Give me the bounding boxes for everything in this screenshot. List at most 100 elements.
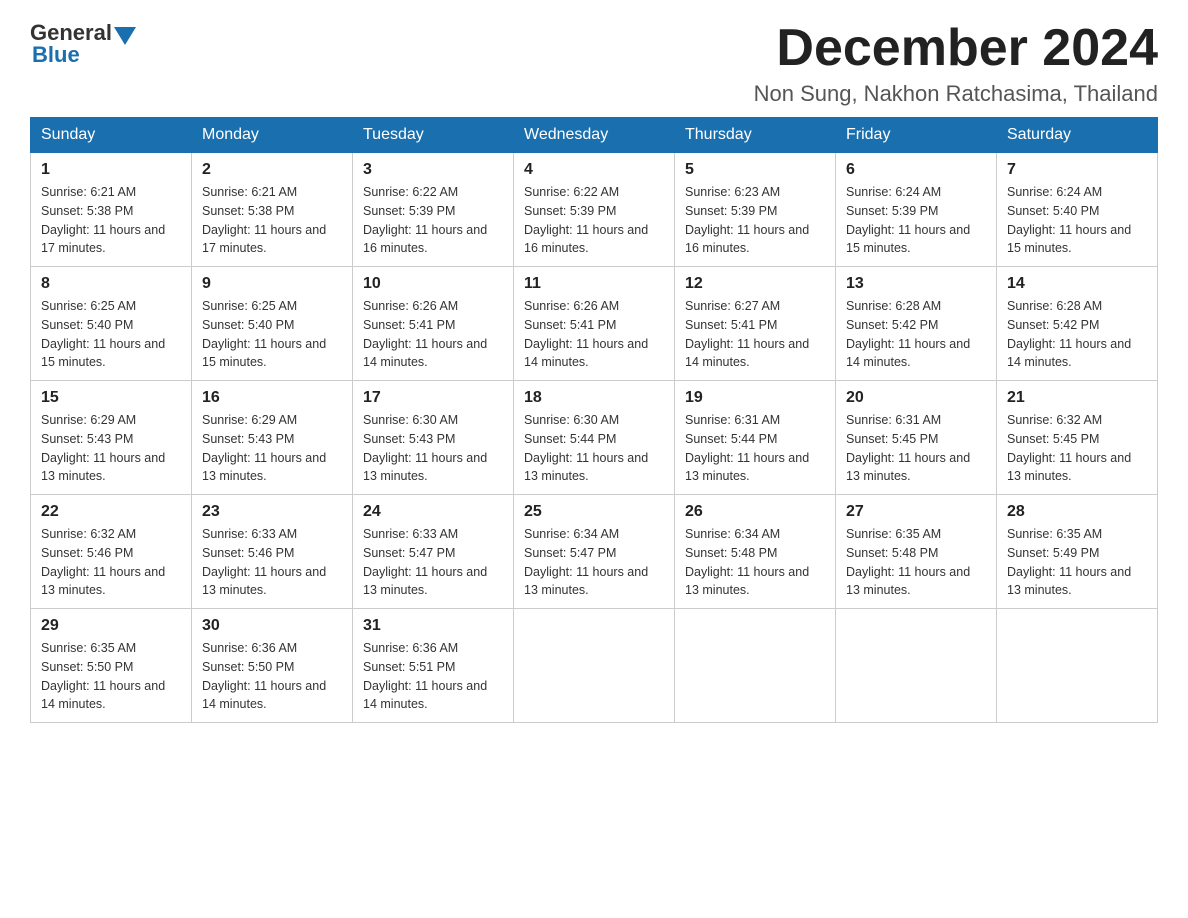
day-info: Sunrise: 6:24 AM Sunset: 5:40 PM Dayligh… xyxy=(1007,183,1147,258)
day-info: Sunrise: 6:28 AM Sunset: 5:42 PM Dayligh… xyxy=(1007,297,1147,372)
table-row: 5 Sunrise: 6:23 AM Sunset: 5:39 PM Dayli… xyxy=(675,153,836,267)
table-row: 11 Sunrise: 6:26 AM Sunset: 5:41 PM Dayl… xyxy=(514,267,675,381)
day-number: 25 xyxy=(524,503,664,521)
header-wednesday: Wednesday xyxy=(514,118,675,153)
table-row: 21 Sunrise: 6:32 AM Sunset: 5:45 PM Dayl… xyxy=(997,381,1158,495)
day-info: Sunrise: 6:30 AM Sunset: 5:44 PM Dayligh… xyxy=(524,411,664,486)
table-row: 3 Sunrise: 6:22 AM Sunset: 5:39 PM Dayli… xyxy=(353,153,514,267)
location-title: Non Sung, Nakhon Ratchasima, Thailand xyxy=(754,81,1158,107)
day-number: 31 xyxy=(363,617,503,635)
day-info: Sunrise: 6:24 AM Sunset: 5:39 PM Dayligh… xyxy=(846,183,986,258)
table-row xyxy=(514,609,675,723)
day-number: 22 xyxy=(41,503,181,521)
day-info: Sunrise: 6:25 AM Sunset: 5:40 PM Dayligh… xyxy=(202,297,342,372)
page-header: General Blue December 2024 Non Sung, Nak… xyxy=(30,20,1158,107)
day-number: 30 xyxy=(202,617,342,635)
day-number: 23 xyxy=(202,503,342,521)
table-row: 24 Sunrise: 6:33 AM Sunset: 5:47 PM Dayl… xyxy=(353,495,514,609)
table-row: 2 Sunrise: 6:21 AM Sunset: 5:38 PM Dayli… xyxy=(192,153,353,267)
day-info: Sunrise: 6:23 AM Sunset: 5:39 PM Dayligh… xyxy=(685,183,825,258)
day-number: 18 xyxy=(524,389,664,407)
table-row: 6 Sunrise: 6:24 AM Sunset: 5:39 PM Dayli… xyxy=(836,153,997,267)
table-row: 25 Sunrise: 6:34 AM Sunset: 5:47 PM Dayl… xyxy=(514,495,675,609)
table-row xyxy=(836,609,997,723)
table-row: 7 Sunrise: 6:24 AM Sunset: 5:40 PM Dayli… xyxy=(997,153,1158,267)
header-saturday: Saturday xyxy=(997,118,1158,153)
day-info: Sunrise: 6:36 AM Sunset: 5:51 PM Dayligh… xyxy=(363,639,503,714)
calendar-week-row: 29 Sunrise: 6:35 AM Sunset: 5:50 PM Dayl… xyxy=(31,609,1158,723)
day-info: Sunrise: 6:28 AM Sunset: 5:42 PM Dayligh… xyxy=(846,297,986,372)
calendar-week-row: 22 Sunrise: 6:32 AM Sunset: 5:46 PM Dayl… xyxy=(31,495,1158,609)
day-number: 16 xyxy=(202,389,342,407)
table-row: 8 Sunrise: 6:25 AM Sunset: 5:40 PM Dayli… xyxy=(31,267,192,381)
day-number: 24 xyxy=(363,503,503,521)
day-number: 15 xyxy=(41,389,181,407)
title-section: December 2024 Non Sung, Nakhon Ratchasim… xyxy=(754,20,1158,107)
logo-text-blue: Blue xyxy=(32,42,80,68)
month-title: December 2024 xyxy=(754,20,1158,77)
table-row: 12 Sunrise: 6:27 AM Sunset: 5:41 PM Dayl… xyxy=(675,267,836,381)
day-number: 17 xyxy=(363,389,503,407)
header-sunday: Sunday xyxy=(31,118,192,153)
day-info: Sunrise: 6:22 AM Sunset: 5:39 PM Dayligh… xyxy=(363,183,503,258)
day-number: 26 xyxy=(685,503,825,521)
header-friday: Friday xyxy=(836,118,997,153)
day-info: Sunrise: 6:35 AM Sunset: 5:50 PM Dayligh… xyxy=(41,639,181,714)
day-info: Sunrise: 6:35 AM Sunset: 5:49 PM Dayligh… xyxy=(1007,525,1147,600)
day-info: Sunrise: 6:21 AM Sunset: 5:38 PM Dayligh… xyxy=(41,183,181,258)
calendar-week-row: 15 Sunrise: 6:29 AM Sunset: 5:43 PM Dayl… xyxy=(31,381,1158,495)
header-tuesday: Tuesday xyxy=(353,118,514,153)
day-info: Sunrise: 6:32 AM Sunset: 5:46 PM Dayligh… xyxy=(41,525,181,600)
table-row: 20 Sunrise: 6:31 AM Sunset: 5:45 PM Dayl… xyxy=(836,381,997,495)
day-info: Sunrise: 6:25 AM Sunset: 5:40 PM Dayligh… xyxy=(41,297,181,372)
table-row: 29 Sunrise: 6:35 AM Sunset: 5:50 PM Dayl… xyxy=(31,609,192,723)
table-row: 14 Sunrise: 6:28 AM Sunset: 5:42 PM Dayl… xyxy=(997,267,1158,381)
day-number: 1 xyxy=(41,161,181,179)
day-number: 10 xyxy=(363,275,503,293)
day-number: 9 xyxy=(202,275,342,293)
table-row: 28 Sunrise: 6:35 AM Sunset: 5:49 PM Dayl… xyxy=(997,495,1158,609)
header-row: Sunday Monday Tuesday Wednesday Thursday… xyxy=(31,118,1158,153)
table-row: 1 Sunrise: 6:21 AM Sunset: 5:38 PM Dayli… xyxy=(31,153,192,267)
day-info: Sunrise: 6:34 AM Sunset: 5:47 PM Dayligh… xyxy=(524,525,664,600)
day-number: 28 xyxy=(1007,503,1147,521)
table-row: 10 Sunrise: 6:26 AM Sunset: 5:41 PM Dayl… xyxy=(353,267,514,381)
day-info: Sunrise: 6:31 AM Sunset: 5:45 PM Dayligh… xyxy=(846,411,986,486)
table-row: 31 Sunrise: 6:36 AM Sunset: 5:51 PM Dayl… xyxy=(353,609,514,723)
logo-triangle-icon xyxy=(114,23,136,45)
day-info: Sunrise: 6:26 AM Sunset: 5:41 PM Dayligh… xyxy=(524,297,664,372)
day-number: 27 xyxy=(846,503,986,521)
day-number: 2 xyxy=(202,161,342,179)
day-number: 29 xyxy=(41,617,181,635)
day-info: Sunrise: 6:36 AM Sunset: 5:50 PM Dayligh… xyxy=(202,639,342,714)
table-row: 26 Sunrise: 6:34 AM Sunset: 5:48 PM Dayl… xyxy=(675,495,836,609)
day-number: 21 xyxy=(1007,389,1147,407)
table-row: 30 Sunrise: 6:36 AM Sunset: 5:50 PM Dayl… xyxy=(192,609,353,723)
day-info: Sunrise: 6:21 AM Sunset: 5:38 PM Dayligh… xyxy=(202,183,342,258)
day-info: Sunrise: 6:27 AM Sunset: 5:41 PM Dayligh… xyxy=(685,297,825,372)
header-monday: Monday xyxy=(192,118,353,153)
day-info: Sunrise: 6:26 AM Sunset: 5:41 PM Dayligh… xyxy=(363,297,503,372)
table-row xyxy=(675,609,836,723)
day-number: 3 xyxy=(363,161,503,179)
table-row xyxy=(997,609,1158,723)
day-info: Sunrise: 6:33 AM Sunset: 5:47 PM Dayligh… xyxy=(363,525,503,600)
day-number: 13 xyxy=(846,275,986,293)
day-info: Sunrise: 6:22 AM Sunset: 5:39 PM Dayligh… xyxy=(524,183,664,258)
table-row: 23 Sunrise: 6:33 AM Sunset: 5:46 PM Dayl… xyxy=(192,495,353,609)
table-row: 9 Sunrise: 6:25 AM Sunset: 5:40 PM Dayli… xyxy=(192,267,353,381)
day-info: Sunrise: 6:31 AM Sunset: 5:44 PM Dayligh… xyxy=(685,411,825,486)
day-number: 14 xyxy=(1007,275,1147,293)
calendar-week-row: 1 Sunrise: 6:21 AM Sunset: 5:38 PM Dayli… xyxy=(31,153,1158,267)
day-info: Sunrise: 6:30 AM Sunset: 5:43 PM Dayligh… xyxy=(363,411,503,486)
day-number: 4 xyxy=(524,161,664,179)
day-number: 7 xyxy=(1007,161,1147,179)
day-number: 6 xyxy=(846,161,986,179)
calendar-table: Sunday Monday Tuesday Wednesday Thursday… xyxy=(30,117,1158,723)
day-number: 11 xyxy=(524,275,664,293)
table-row: 13 Sunrise: 6:28 AM Sunset: 5:42 PM Dayl… xyxy=(836,267,997,381)
day-number: 19 xyxy=(685,389,825,407)
day-number: 5 xyxy=(685,161,825,179)
table-row: 15 Sunrise: 6:29 AM Sunset: 5:43 PM Dayl… xyxy=(31,381,192,495)
table-row: 4 Sunrise: 6:22 AM Sunset: 5:39 PM Dayli… xyxy=(514,153,675,267)
